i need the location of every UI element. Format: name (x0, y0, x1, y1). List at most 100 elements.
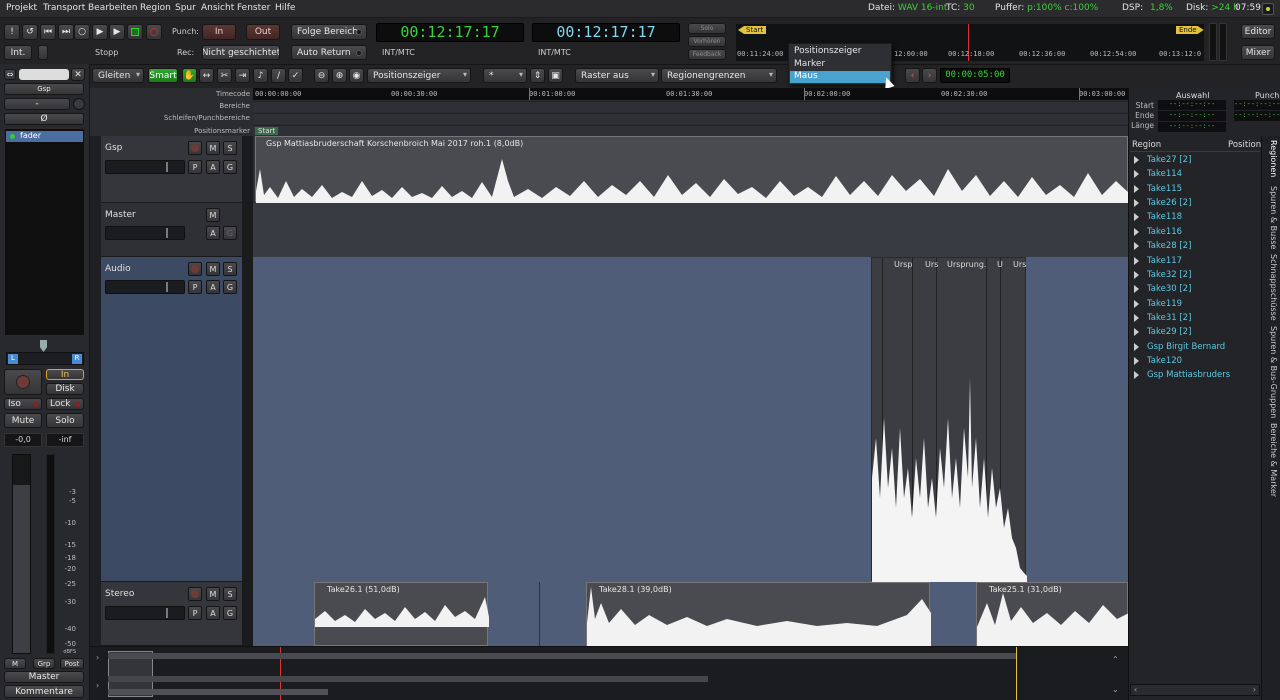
region-list-item[interactable]: Take115 (1134, 184, 1182, 194)
playlist-button[interactable]: P (188, 606, 202, 620)
monitor-in-button[interactable]: In (46, 369, 84, 380)
auto-return-button[interactable]: Auto Return (291, 45, 367, 60)
stretch-tool-icon[interactable]: ⇥ (235, 68, 250, 83)
track-name[interactable]: Gsp (105, 143, 122, 153)
rec-mode-button[interactable]: Nicht geschichtet (202, 45, 280, 60)
menu-hilfe[interactable]: Hilfe (275, 3, 295, 13)
selection-start-clock[interactable]: --:--:--:-- (1158, 100, 1226, 110)
track-name[interactable]: Master (105, 210, 136, 220)
fader-processor[interactable]: fader (6, 131, 83, 142)
mini-end-marker[interactable]: Ende (1176, 26, 1204, 34)
strip-dash-button[interactable]: - (4, 98, 70, 110)
track-header-stereo[interactable]: Stereo M S P A G (101, 582, 242, 646)
meter-point-button[interactable]: Post (60, 658, 84, 669)
audition-indicator[interactable]: Vorhören (688, 36, 726, 47)
panner[interactable]: L R (6, 352, 84, 365)
region-list-item[interactable]: Take30 [2] (1134, 284, 1191, 294)
region-list-item[interactable]: Take31 [2] (1134, 313, 1191, 323)
strip-width-icon[interactable]: ⇔ (4, 69, 16, 80)
loop-play-icon[interactable]: ○ (74, 24, 90, 40)
draw-tool-icon[interactable]: / (271, 68, 286, 83)
summary-down-icon[interactable]: ⌄ (1112, 685, 1119, 694)
mute-button[interactable]: M (206, 141, 220, 155)
region-list-item[interactable]: Take114 (1134, 169, 1182, 179)
grid-mode-select[interactable]: Raster aus (575, 68, 659, 83)
mini-start-marker[interactable]: Start (738, 26, 767, 34)
feedback-indicator[interactable]: Feedback (688, 49, 726, 60)
tab-track-bus-groups[interactable]: Spuren & Bus-Gruppen (1269, 326, 1278, 418)
ranges-ruler[interactable] (253, 101, 1128, 112)
track-name[interactable]: Audio (105, 264, 131, 274)
status-indicator-icon[interactable] (1262, 3, 1274, 15)
loop-punch-ruler[interactable] (253, 113, 1128, 124)
selection-end-clock[interactable]: --:--:--:-- (1158, 111, 1226, 121)
group-button[interactable]: Grp (33, 658, 55, 669)
automation-button[interactable]: A (206, 280, 220, 294)
track-gain-fader[interactable] (105, 280, 185, 294)
solo-button[interactable]: S (223, 262, 237, 276)
panic-icon[interactable]: ! (4, 24, 20, 40)
smart-mode-button[interactable]: Smart (148, 68, 178, 83)
track-gain-fader[interactable] (105, 606, 185, 620)
track-gain-fader[interactable] (105, 226, 185, 240)
region-list-item[interactable]: Gsp Mattiasbruders (1134, 370, 1254, 380)
rec-arm-icon[interactable] (188, 587, 202, 601)
audio-region[interactable]: Gsp Mattiasbruderschaft Korschenbroich M… (255, 136, 1128, 203)
mute-button[interactable]: Mute (4, 413, 42, 428)
menu-ansicht[interactable]: Ansicht (201, 3, 234, 13)
visible-tracks-select[interactable]: * (483, 68, 527, 83)
group-button[interactable]: G (223, 226, 237, 240)
solo-button[interactable]: S (223, 141, 237, 155)
output-master-button[interactable]: Master (4, 671, 84, 683)
dropdown-item-positionszeiger[interactable]: Positionszeiger (794, 46, 861, 56)
automation-button[interactable]: A (206, 160, 220, 174)
rec-arm-icon[interactable] (188, 262, 202, 276)
audio-region[interactable]: Take25.1 (31,0dB) (976, 582, 1128, 646)
automation-button[interactable]: A (206, 606, 220, 620)
track-lane-gsp[interactable]: Gsp Mattiasbruderschaft Korschenbroich M… (253, 136, 1128, 203)
track-header-gsp[interactable]: Gsp M S P A G (101, 136, 242, 203)
selection-length-clock[interactable]: --:--:--:-- (1158, 122, 1226, 132)
mute-button[interactable]: M (206, 587, 220, 601)
range-tool-icon[interactable]: ↔ (199, 68, 214, 83)
region-list-item[interactable]: Take29 [2] (1134, 327, 1191, 337)
solo-button[interactable]: Solo (46, 413, 84, 428)
tab-snapshots[interactable]: Schnappschüsse (1269, 254, 1278, 321)
menu-region[interactable]: Region (140, 3, 171, 13)
solo-button[interactable]: S (223, 587, 237, 601)
secondary-clock[interactable]: 00:12:17:17 (532, 23, 680, 42)
playlist-button[interactable]: P (188, 280, 202, 294)
summary-up-icon[interactable]: ⌃ (1112, 655, 1119, 664)
punch-in-button[interactable]: In (202, 24, 236, 40)
group-button[interactable]: G (223, 160, 237, 174)
nudge-clock[interactable]: 00:00:05:00 (940, 68, 1010, 83)
rec-enable-button[interactable] (4, 369, 42, 395)
track-lane-master[interactable] (253, 203, 1128, 257)
zoom-to-session-icon[interactable]: ◉ (349, 68, 364, 83)
region-list-scrollbar[interactable]: ‹ › (1130, 684, 1260, 696)
punch-out-button[interactable]: Out (246, 24, 280, 40)
goto-start-icon[interactable]: ⏮ (40, 24, 56, 40)
tab-tracks-busses[interactable]: Spuren & Busse (1269, 186, 1278, 249)
snap-mode-select[interactable]: Regionengrenzen (661, 68, 777, 83)
punch-start-clock[interactable]: --:--:--:-- (1234, 100, 1280, 110)
audio-region[interactable]: Take26.1 (51,0dB) (314, 582, 489, 646)
play-icon[interactable]: ▶ (109, 24, 125, 40)
region-list-header[interactable]: Region (1132, 140, 1161, 150)
nudge-back-icon[interactable]: ‹ (905, 68, 920, 83)
markers-ruler[interactable]: Start (253, 125, 1128, 136)
monitor-disk-button[interactable]: Disk (46, 383, 84, 395)
position-column-header[interactable]: Position (1228, 140, 1261, 150)
mixer-button[interactable]: Mixer (1241, 45, 1275, 60)
track-lane-audio[interactable]: Ursp Urs Ursprung. U Urs (253, 257, 1128, 582)
dropdown-item-marker[interactable]: Marker (794, 59, 825, 69)
audio-region[interactable]: Take28.1 (39,0dB) (586, 582, 931, 646)
tab-ranges-markers[interactable]: Bereiche & Marker (1269, 423, 1278, 497)
input-button[interactable]: Gsp (4, 83, 84, 95)
punch-end-clock[interactable]: --:--:--:-- (1234, 111, 1280, 121)
record-icon[interactable] (146, 24, 162, 40)
gain-display[interactable]: -0,0 (4, 433, 42, 447)
editor-button[interactable]: Editor (1241, 24, 1275, 39)
close-strip-icon[interactable]: ✕ (71, 68, 85, 81)
region-list-item[interactable]: Take32 [2] (1134, 270, 1191, 280)
